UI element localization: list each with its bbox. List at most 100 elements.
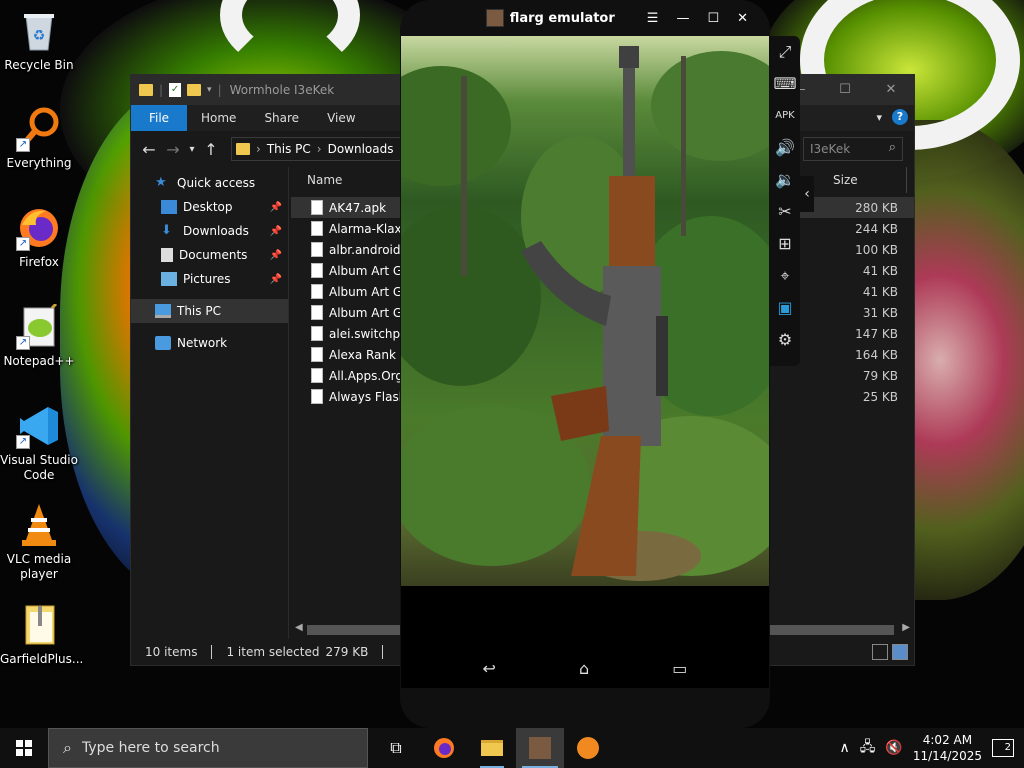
selection-size: 279 KB [325, 645, 369, 659]
up-arrow-icon[interactable]: ↑ [199, 140, 223, 159]
settings-icon[interactable]: ⚙ [770, 324, 800, 356]
collapse-toolbar-icon[interactable]: ‹ [800, 176, 814, 212]
close-icon[interactable]: ✕ [868, 75, 914, 105]
fullscreen-icon[interactable]: ⤢ [770, 36, 800, 68]
home-icon[interactable]: ⌂ [579, 659, 589, 678]
clock[interactable]: 4:02 AM 11/14/2025 [913, 732, 982, 764]
minimize-icon[interactable]: — [676, 11, 689, 26]
customize-qa-icon[interactable]: ▾ [207, 85, 212, 95]
scroll-left-icon[interactable]: ◀ [295, 622, 303, 633]
nav-item-desktop[interactable]: Desktop 📌 [131, 195, 288, 219]
expand-ribbon-icon[interactable]: ▾ [876, 111, 882, 124]
cut-icon[interactable]: ✂ [770, 196, 800, 228]
maximize-icon[interactable]: ☐ [822, 75, 868, 105]
file-icon [311, 368, 323, 383]
details-view-icon[interactable] [872, 644, 888, 660]
taskbar-garfield[interactable] [564, 728, 612, 768]
emulator-toolbar: ⤢ ⌨ APK 🔊 🔉 ✂ ⊞ ⌖ ▣ ⚙ [770, 36, 800, 366]
taskbar-search-box[interactable]: ⌕ Type here to search [48, 728, 368, 768]
scroll-right-icon[interactable]: ▶ [902, 622, 910, 633]
desktop-icon-label: Everything [6, 156, 72, 170]
tab-view[interactable]: View [313, 105, 369, 131]
location-icon[interactable]: ⌖ [770, 260, 800, 292]
taskbar-file-explorer[interactable] [468, 728, 516, 768]
svg-text:♻: ♻ [33, 28, 46, 44]
folder-zip-icon [16, 602, 62, 648]
forward-arrow-icon[interactable]: → [161, 140, 185, 159]
recent-locations-icon[interactable]: ▾ [185, 144, 199, 155]
volume-muted-icon[interactable]: 🔇 [885, 740, 902, 756]
maximize-icon[interactable]: ☐ [707, 11, 719, 26]
nav-item-downloads[interactable]: ⬇ Downloads 📌 [131, 219, 288, 243]
shortcut-arrow-icon: ↗ [16, 336, 30, 350]
taskbar-firefox[interactable] [420, 728, 468, 768]
add-window-icon[interactable]: ⊞ [770, 228, 800, 260]
shake-icon[interactable]: ▣ [770, 292, 800, 324]
volume-down-icon[interactable]: 🔉 [770, 164, 800, 196]
network-icon[interactable]: 🖧 [860, 736, 876, 760]
desktop-icon-everything[interactable]: ↗ Everything [0, 106, 78, 171]
breadcrumb-this-pc[interactable]: This PC [267, 142, 311, 156]
desktop-icon-label: VLC media player [6, 552, 72, 581]
column-header-size[interactable]: Size [833, 173, 858, 187]
start-button[interactable] [0, 728, 48, 768]
desktop-icon-garfield[interactable]: GarfieldPlus... [0, 602, 83, 667]
shortcut-arrow-icon: ↗ [16, 138, 30, 152]
navigation-pane: ★ Quick access Desktop 📌 ⬇ Downloads 📌 D… [131, 167, 289, 639]
emulator-window[interactable]: flarg emulator ☰ — ☐ ✕ ↩ ⌂ ▭ [400, 0, 770, 728]
file-icon [311, 305, 323, 320]
show-hidden-icons-icon[interactable]: ∧ [840, 740, 850, 756]
firefox-icon [434, 738, 454, 758]
tab-home[interactable]: Home [187, 105, 250, 131]
keyboard-icon[interactable]: ⌨ [770, 68, 800, 100]
volume-up-icon[interactable]: 🔊 [770, 132, 800, 164]
desktop-icon-firefox[interactable]: ↗ Firefox [0, 205, 78, 270]
desktop-icon-notepadpp[interactable]: ↗ Notepad++ [0, 302, 78, 369]
vscode-icon: ↗ [16, 403, 62, 449]
close-icon[interactable]: ✕ [737, 11, 748, 26]
document-icon [161, 248, 173, 262]
android-navbar: ↩ ⌂ ▭ [401, 648, 769, 688]
recents-icon[interactable]: ▭ [672, 659, 687, 678]
nav-item-network[interactable]: Network [131, 331, 288, 355]
window-title: Wormhole I3eKek [229, 83, 335, 97]
shortcut-arrow-icon: ↗ [16, 435, 30, 449]
pin-icon: 📌 [269, 201, 282, 213]
emulator-screen[interactable]: ↩ ⌂ ▭ [401, 36, 769, 688]
download-icon: ⬇ [161, 223, 172, 238]
desktop-icon-label: Visual Studio Code [0, 453, 78, 482]
back-arrow-icon[interactable]: ← [137, 140, 161, 159]
clock-date: 11/14/2025 [912, 749, 982, 763]
nav-item-quick-access[interactable]: ★ Quick access [131, 171, 288, 195]
menu-icon[interactable]: ☰ [647, 11, 659, 26]
task-view-button[interactable]: ⧉ [372, 728, 420, 768]
back-icon[interactable]: ↩ [483, 659, 496, 678]
nav-item-this-pc[interactable]: This PC [131, 299, 288, 323]
search-icon: ⌕ [888, 140, 896, 155]
system-tray: ∧ 🖧 🔇 4:02 AM 11/14/2025 2 [840, 728, 1024, 768]
large-icons-view-icon[interactable] [892, 644, 908, 660]
file-icon [311, 326, 323, 341]
search-input[interactable]: I3eKek ⌕ [803, 137, 903, 161]
desktop-icon-vscode[interactable]: ↗ Visual Studio Code [0, 403, 78, 483]
emulator-titlebar[interactable]: flarg emulator ☰ — ☐ ✕ [400, 0, 770, 36]
ak47-jungle-image [401, 36, 769, 586]
notification-center-icon[interactable]: 2 [992, 739, 1014, 757]
folder-icon [139, 84, 153, 96]
breadcrumb-downloads[interactable]: Downloads [328, 142, 394, 156]
tab-file[interactable]: File [131, 105, 187, 131]
properties-icon[interactable]: ✓ [169, 83, 182, 97]
column-header-name[interactable]: Name [307, 173, 342, 187]
nav-item-documents[interactable]: Documents 📌 [131, 243, 288, 267]
tab-share[interactable]: Share [250, 105, 313, 131]
desktop-icon-vlc[interactable]: VLC media player [0, 502, 78, 582]
new-folder-icon[interactable] [187, 84, 202, 96]
help-icon[interactable]: ? [892, 109, 908, 125]
network-icon [155, 336, 171, 350]
nav-item-pictures[interactable]: Pictures 📌 [131, 267, 288, 291]
apk-install-icon[interactable]: APK [770, 100, 800, 132]
taskbar-emulator[interactable] [516, 728, 564, 768]
desktop-icon-recycle-bin[interactable]: ♻ Recycle Bin [0, 8, 78, 73]
quick-access-toolbar: | ✓ ▾ | [139, 83, 222, 97]
magnifier-icon: ↗ [16, 106, 62, 152]
